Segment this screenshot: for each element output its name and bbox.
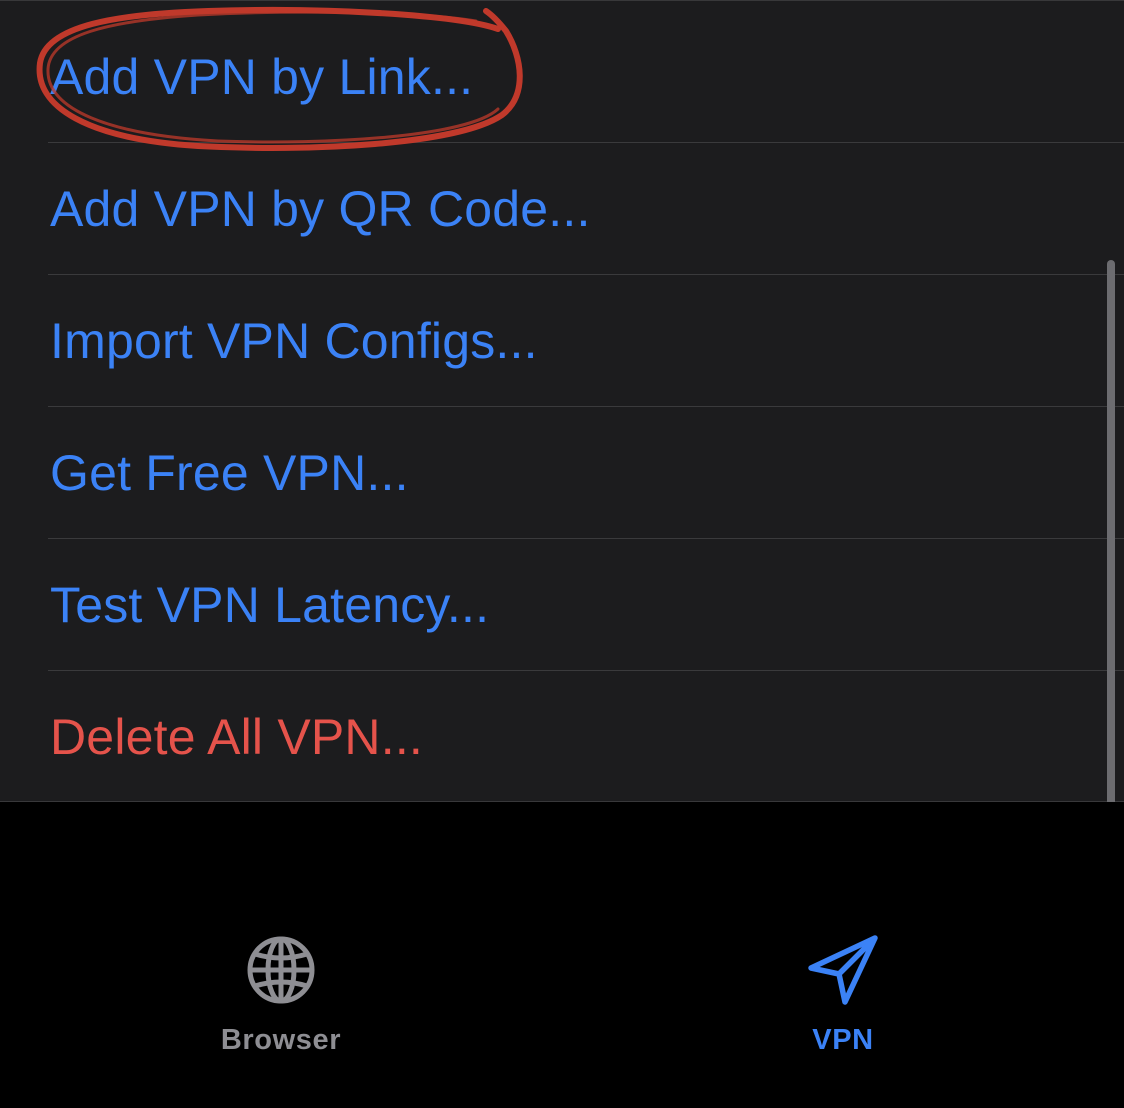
tab-browser-label: Browser	[220, 1024, 342, 1056]
delete-all-vpn-label: Delete All VPN...	[50, 709, 424, 765]
get-free-vpn-item[interactable]: Get Free VPN...	[0, 407, 1124, 539]
import-vpn-configs-item[interactable]: Import VPN Configs...	[0, 275, 1124, 407]
paper-plane-icon	[808, 935, 878, 1005]
add-vpn-by-link-label: Add VPN by Link...	[50, 49, 474, 105]
tab-vpn-label: VPN	[812, 1024, 874, 1056]
tab-browser[interactable]: Browser	[181, 932, 381, 1072]
delete-all-vpn-item[interactable]: Delete All VPN...	[0, 671, 1124, 803]
add-vpn-by-link-item[interactable]: Add VPN by Link...	[0, 11, 1124, 143]
add-vpn-by-qr-code-item[interactable]: Add VPN by QR Code...	[0, 143, 1124, 275]
add-vpn-by-qr-code-label: Add VPN by QR Code...	[50, 181, 591, 237]
vpn-screen: Add VPN by Link... Add VPN by QR Code...…	[0, 0, 1124, 1108]
globe-icon	[247, 936, 315, 1004]
vpn-actions-menu: Add VPN by Link... Add VPN by QR Code...…	[0, 0, 1124, 802]
import-vpn-configs-label: Import VPN Configs...	[50, 313, 538, 369]
tab-vpn[interactable]: VPN	[743, 932, 943, 1072]
tab-bar: Browser VPN	[0, 802, 1124, 1108]
get-free-vpn-label: Get Free VPN...	[50, 445, 409, 501]
test-vpn-latency-item[interactable]: Test VPN Latency...	[0, 539, 1124, 671]
test-vpn-latency-label: Test VPN Latency...	[50, 577, 490, 633]
